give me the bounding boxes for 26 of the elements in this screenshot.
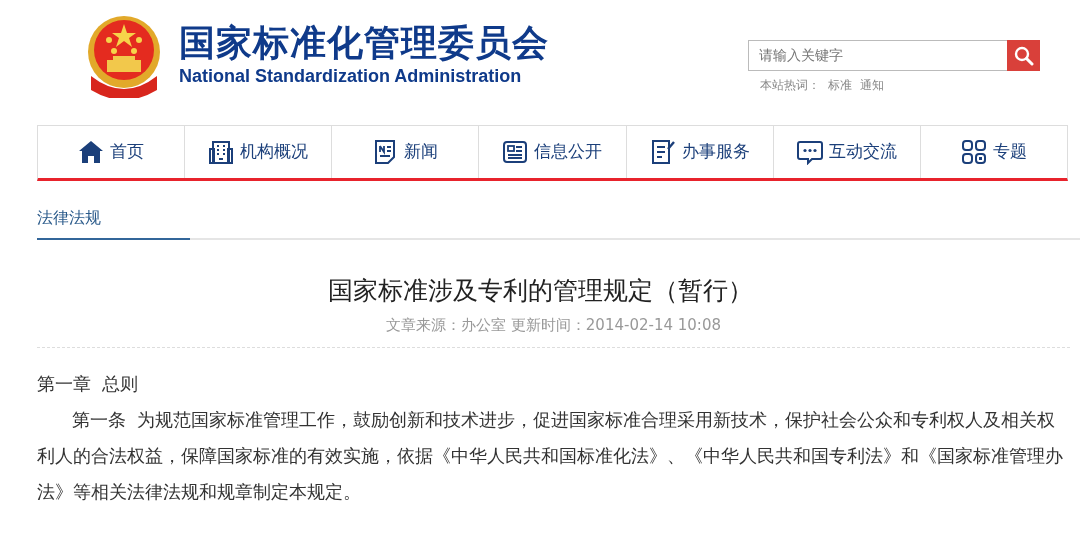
search-field[interactable]: 请输入关键字 (748, 40, 1007, 71)
form-icon (649, 139, 676, 165)
article-meta: 文章来源：办公室 更新时间：2014-02-14 10:08 (37, 314, 1070, 348)
building-icon (208, 139, 235, 165)
home-icon (78, 139, 105, 165)
site-subtitle: National Standardization Administration (179, 65, 523, 89)
article-paragraph: 第一条 为规范国家标准管理工作，鼓励创新和技术进步，促进国家标准合理采用新技术，保护社会公众和专利权人及相关权利人的合法权益，保障国家标准的有效实施，依据《中华人民共和国标准化法》、《中华人民共和国专利法》和《国家标准管理办法》等相关法律法规和规章制定本规定。 (37, 408, 1064, 504)
article-title: 国家标准涉及专利的管理规定（暂行） (326, 276, 754, 306)
search-button[interactable] (1007, 40, 1040, 71)
chapter-heading: 第一章 总则 (37, 372, 140, 396)
nav-item[interactable]: 办事服务 (626, 126, 774, 178)
nav-item[interactable]: 互动交流 (773, 126, 921, 178)
nav-item[interactable]: 专题 (920, 126, 1067, 178)
hot-word-link[interactable]: 标准 (828, 76, 852, 94)
newspaper-icon (502, 139, 529, 165)
nav-item[interactable]: 信息公开 (479, 126, 627, 178)
nav-item[interactable]: 首页 (38, 126, 186, 178)
hot-word-link[interactable]: 通知 (860, 76, 884, 94)
nav-item[interactable]: 机构概况 (185, 126, 333, 178)
chat-bubble-icon (796, 139, 823, 165)
section-tab[interactable]: 法律法规 (37, 206, 190, 240)
hot-words-label: 本站热词： (760, 77, 820, 94)
nav-item[interactable]: 新闻 (332, 126, 480, 178)
grid-icon (960, 139, 987, 165)
site-title: 国家标准化管理委员会 (179, 22, 549, 64)
search-icon (1013, 45, 1034, 66)
